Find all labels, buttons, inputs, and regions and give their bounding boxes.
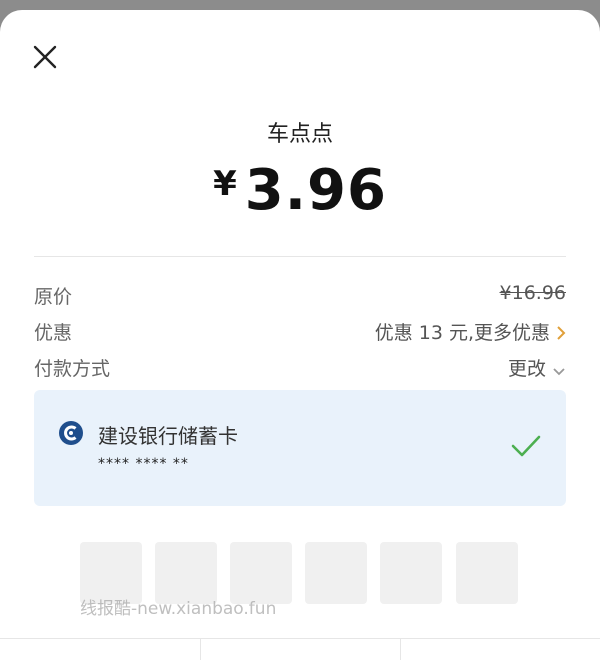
chevron-right-icon bbox=[557, 326, 566, 340]
ccb-bank-icon bbox=[59, 421, 83, 445]
currency-symbol: ¥ bbox=[213, 164, 237, 204]
payment-amount: ¥3.96 bbox=[0, 158, 600, 223]
close-icon bbox=[33, 45, 57, 69]
original-price-row: 原价 ¥16.96 bbox=[34, 282, 566, 312]
discount-label: 优惠 bbox=[34, 322, 73, 344]
keypad-separator bbox=[200, 638, 201, 660]
change-payment-button[interactable]: 更改 bbox=[508, 354, 566, 381]
merchant-name: 车点点 bbox=[266, 122, 333, 147]
discount-link[interactable]: 优惠 13 元,更多优惠 bbox=[375, 318, 566, 345]
check-icon bbox=[511, 435, 541, 457]
card-number: **** **** ** bbox=[98, 456, 189, 472]
change-payment-label: 更改 bbox=[507, 358, 546, 380]
selected-card[interactable]: 建设银行储蓄卡 **** **** ** bbox=[34, 390, 566, 506]
payment-method-label: 付款方式 bbox=[34, 358, 111, 380]
divider bbox=[34, 256, 566, 257]
discount-value: 优惠 13 元,更多优惠 bbox=[374, 322, 550, 344]
chevron-down-icon bbox=[553, 368, 565, 376]
bank-name: 建设银行储蓄卡 bbox=[98, 424, 238, 448]
pin-cell[interactable] bbox=[456, 542, 518, 604]
amount-value: 3.96 bbox=[244, 158, 387, 223]
payment-sheet: 车点点 ¥3.96 原价 ¥16.96 优惠 优惠 13 元,更多优惠 付款方式… bbox=[0, 10, 600, 660]
close-button[interactable] bbox=[28, 40, 62, 74]
original-price-label: 原价 bbox=[34, 286, 73, 308]
keypad-top-border bbox=[0, 638, 600, 639]
pin-cell[interactable] bbox=[380, 542, 442, 604]
watermark: 线报酷-new.xianbao.fun bbox=[80, 599, 277, 619]
pin-cell[interactable] bbox=[305, 542, 367, 604]
keypad-separator bbox=[400, 638, 401, 660]
original-price-value: ¥16.96 bbox=[499, 282, 566, 304]
payment-method-row: 付款方式 更改 bbox=[34, 354, 566, 384]
discount-row[interactable]: 优惠 优惠 13 元,更多优惠 bbox=[34, 318, 566, 348]
